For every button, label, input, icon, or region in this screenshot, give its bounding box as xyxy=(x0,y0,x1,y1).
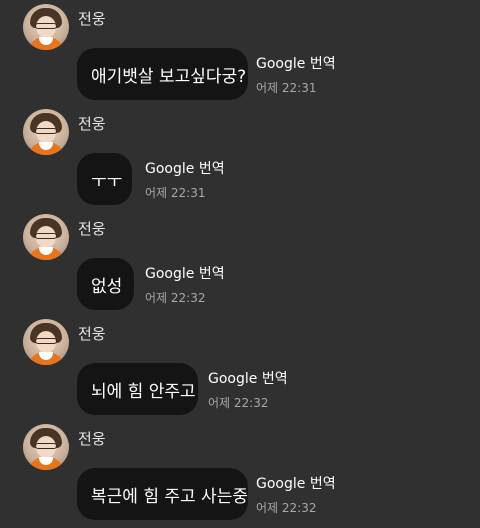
message-bubble[interactable]: 애기뱃살 보고싶다궁? xyxy=(77,48,248,100)
message-meta: Google 번역 어제 22:32 xyxy=(208,368,288,411)
message-row: 전웅 ㅜㅜ Google 번역 어제 22:31 xyxy=(0,105,480,210)
google-translate-link[interactable]: Google 번역 xyxy=(208,368,288,388)
message-meta: Google 번역 어제 22:32 xyxy=(145,263,225,306)
message-bubble[interactable]: 없성 xyxy=(77,258,134,310)
message-bubble[interactable]: 뇌에 힘 안주고 xyxy=(77,363,198,415)
sender-name: 전웅 xyxy=(78,430,106,448)
message-timestamp: 어제 22:32 xyxy=(145,291,206,305)
message-row: 전웅 없성 Google 번역 어제 22:32 xyxy=(0,210,480,315)
message-bubble[interactable]: ㅜㅜ xyxy=(77,153,132,205)
message-meta: Google 번역 어제 22:31 xyxy=(256,53,336,96)
chat-thread: 전웅 애기뱃살 보고싶다궁? Google 번역 어제 22:31 전웅 ㅜㅜ … xyxy=(0,0,480,528)
avatar[interactable] xyxy=(23,319,69,365)
message-timestamp: 어제 22:32 xyxy=(208,396,269,410)
google-translate-link[interactable]: Google 번역 xyxy=(256,53,336,73)
message-bubble[interactable]: 복근에 힘 주고 사는중 xyxy=(77,468,248,520)
avatar[interactable] xyxy=(23,4,69,50)
sender-name: 전웅 xyxy=(78,325,106,343)
avatar[interactable] xyxy=(23,109,69,155)
message-meta: Google 번역 어제 22:32 xyxy=(256,473,336,516)
message-meta: Google 번역 어제 22:31 xyxy=(145,158,225,201)
message-row: 전웅 복근에 힘 주고 사는중 Google 번역 어제 22:32 xyxy=(0,420,480,525)
google-translate-link[interactable]: Google 번역 xyxy=(145,263,225,283)
message-timestamp: 어제 22:32 xyxy=(256,501,317,515)
avatar[interactable] xyxy=(23,214,69,260)
message-timestamp: 어제 22:31 xyxy=(256,81,317,95)
message-timestamp: 어제 22:31 xyxy=(145,186,206,200)
google-translate-link[interactable]: Google 번역 xyxy=(145,158,225,178)
avatar[interactable] xyxy=(23,424,69,470)
message-row: 전웅 애기뱃살 보고싶다궁? Google 번역 어제 22:31 xyxy=(0,0,480,105)
sender-name: 전웅 xyxy=(78,115,106,133)
message-row: 전웅 뇌에 힘 안주고 Google 번역 어제 22:32 xyxy=(0,315,480,420)
sender-name: 전웅 xyxy=(78,10,106,28)
sender-name: 전웅 xyxy=(78,220,106,238)
google-translate-link[interactable]: Google 번역 xyxy=(256,473,336,493)
